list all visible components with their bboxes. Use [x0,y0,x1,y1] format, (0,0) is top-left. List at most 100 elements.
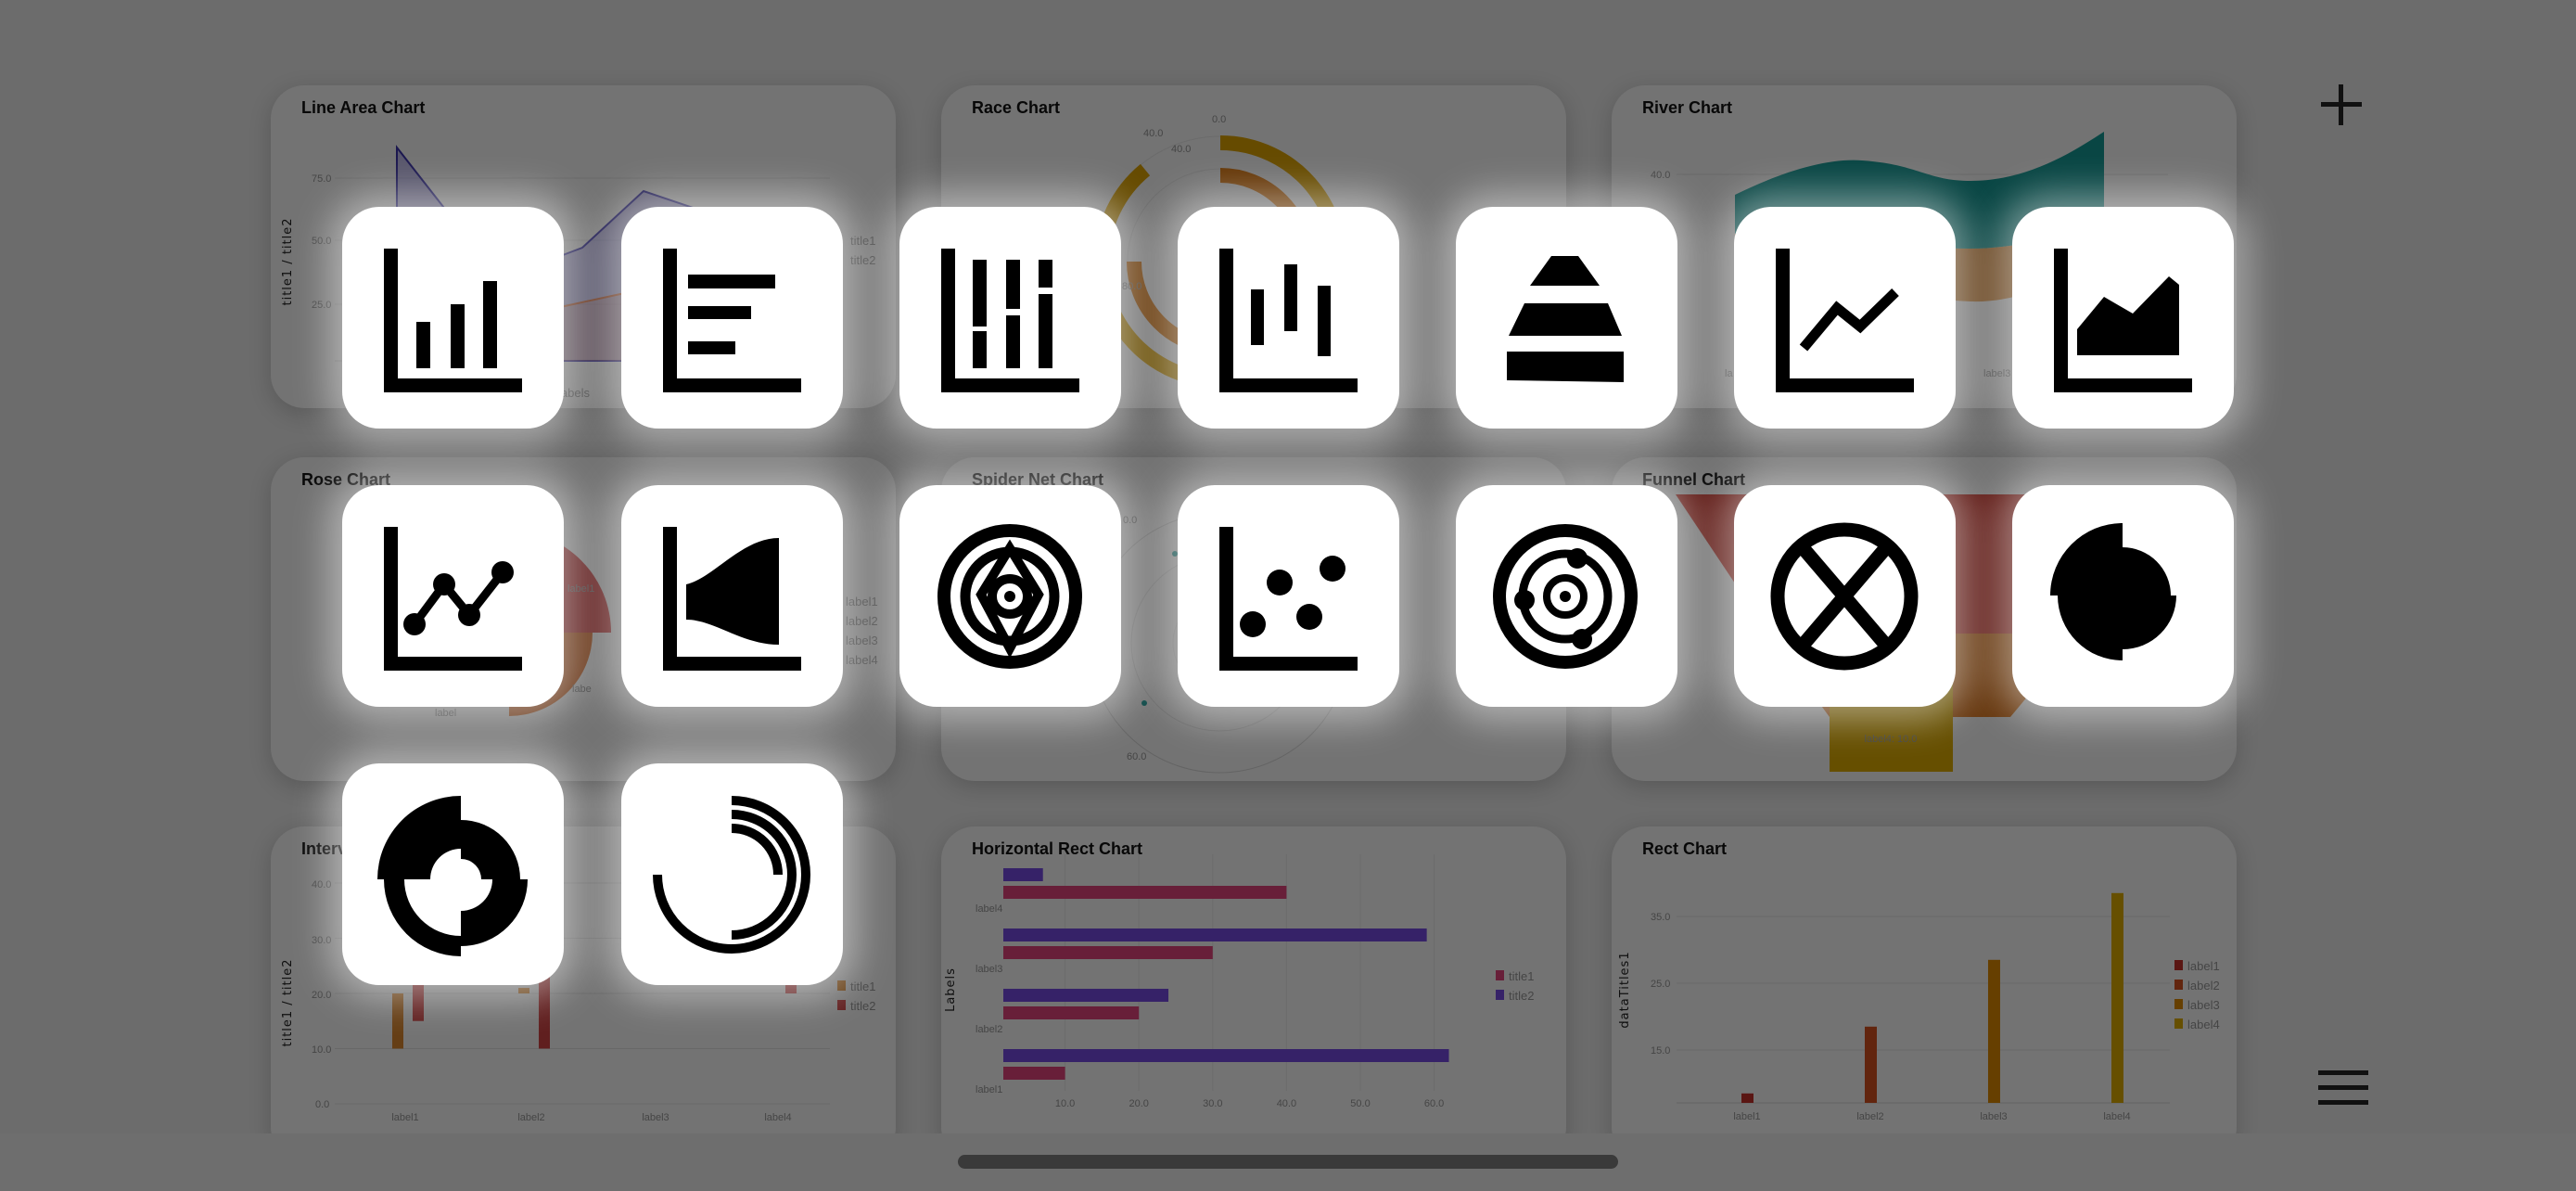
chart-type-funnel[interactable] [1456,207,1677,429]
chart-type-line[interactable] [1734,207,1956,429]
chart-type-spider-net[interactable] [899,485,1121,707]
y-axis-label: dataTitles1 [1618,951,1632,1028]
river-chart-icon [663,527,801,671]
bar-label2 [1865,1026,1877,1103]
legend-swatch [2174,1018,2183,1029]
x-tick: 30.0 [1203,1098,1222,1109]
x-tick: 10.0 [1055,1098,1075,1109]
bar-title1 [1003,1006,1140,1019]
y-tick: 0.0 [315,1099,329,1110]
y-axis-label: Labels [944,967,958,1012]
line-chart-icon [1776,249,1914,392]
add-chart-button[interactable] [2318,82,2365,128]
race-chart-icon [1493,524,1638,669]
donut-rose-chart-icon [377,796,528,956]
y-tick: 15.0 [1651,1045,1670,1057]
plus-icon [2321,84,2362,125]
legend-title2[interactable]: title2 [850,999,875,1013]
chart-type-line-dot[interactable] [342,485,564,707]
y-tick: 75.0 [312,173,331,185]
card-horizontal-rect-chart[interactable]: Labels title1 title2 10.0 20.0 30.0 40.0 50.… [941,826,1566,1133]
legend-item[interactable]: label1 [846,595,878,608]
spider-point [1141,700,1147,706]
race-tick: 0.0 [1212,114,1226,125]
y-axis-label: title1 / title2 [281,958,295,1046]
y-tick: 25.0 [1651,979,1670,990]
spider-net-chart-icon [937,524,1082,669]
menu-button[interactable] [2316,1069,2370,1108]
chart-type-area[interactable] [2012,207,2234,429]
rose-chart-icon [2050,523,2176,660]
legend-swatch-title2 [1496,990,1504,1000]
chart-type-arc[interactable] [621,763,843,985]
y-tick: label4 [976,903,1002,915]
y-tick: 50.0 [312,236,331,247]
card-title: Horizontal Rect Chart [972,839,1143,858]
legend-swatch [2174,980,2183,990]
x-tick: 20.0 [1129,1098,1148,1109]
bar-title2 [1003,989,1169,1002]
bar-label1 [1741,1093,1753,1103]
y-tick: 25.0 [312,300,331,311]
race-tick: 80.0 [1122,281,1141,292]
funnel-chart-icon [1507,256,1624,382]
legend-title1[interactable]: title1 [850,234,875,248]
slice-label: label [435,708,456,719]
bar-chart-icon [384,249,522,392]
horizontal-bar-chart-icon [663,249,801,392]
x-tick: label3 [1980,1111,2007,1122]
spider-tick: 60.0 [1127,751,1146,762]
chart-type-river[interactable] [621,485,843,707]
legend-title1[interactable]: title1 [850,980,875,993]
chart-type-pie[interactable] [1734,485,1956,707]
y-tick: 40.0 [1651,170,1670,181]
x-tick: label2 [1856,1111,1883,1122]
y-tick: 10.0 [312,1044,331,1056]
legend-item: label3 [2187,998,2220,1012]
chart-type-donut-rose[interactable] [342,763,564,985]
legend-title1[interactable]: title1 [1509,969,1534,983]
x-tick: 60.0 [1424,1098,1444,1109]
horizontal-rect-chart: Labels title1 title2 10.0 20.0 30.0 40.0 50.… [944,854,1534,1109]
legend-item[interactable]: label4 [846,653,878,667]
legend-item[interactable]: label2 [846,614,878,628]
line-dot-chart-icon [384,527,522,671]
x-tick: label4 [764,1112,791,1123]
legend-swatch-title1 [1496,970,1504,980]
rect-chart: 35.0 25.0 15.0 dataTitles1 label1 label1 l… [1618,892,2220,1122]
chart-type-race[interactable] [1456,485,1677,707]
legend-item[interactable]: label3 [846,634,878,647]
y-tick: 35.0 [1651,912,1670,923]
legend-swatch-title2 [837,1000,846,1010]
bar-title1 [1003,1067,1065,1080]
home-indicator[interactable] [958,1155,1618,1169]
hamburger-menu-icon [2318,1070,2368,1105]
chart-type-bar[interactable] [342,207,564,429]
x-tick: 50.0 [1350,1098,1370,1109]
interval-chart-icon [1219,249,1358,392]
chart-type-horizontal-bar[interactable] [621,207,843,429]
race-tick: 40.0 [1171,144,1191,155]
scatter-chart-icon [1219,527,1358,671]
y-tick: 40.0 [312,879,331,890]
legend-title2[interactable]: title2 [850,253,875,267]
slice-label: labe [572,684,592,695]
area-chart-icon [2054,249,2192,392]
stacked-bar-chart-icon [941,249,1079,392]
chart-type-stacked-bar[interactable] [899,207,1121,429]
legend-swatch [2174,999,2183,1009]
y-tick: 30.0 [312,935,331,946]
card-rect-chart[interactable]: 35.0 25.0 15.0 dataTitles1 label1 label1 l… [1612,826,2237,1133]
chart-type-rose[interactable] [2012,485,2234,707]
y-tick: label2 [976,1024,1002,1035]
legend-title2[interactable]: title2 [1509,989,1534,1003]
bar-title1 [1003,946,1213,959]
chart-type-scatter[interactable] [1178,485,1399,707]
pie-chart-icon [1770,522,1919,671]
y-tick: label3 [976,964,1002,975]
legend-item: label1 [2187,959,2220,973]
funnel-label: label4: 10.0 [1865,734,1918,745]
chart-type-interval[interactable] [1178,207,1399,429]
bar-title2 [1003,928,1427,941]
bar-title2 [1003,868,1043,881]
